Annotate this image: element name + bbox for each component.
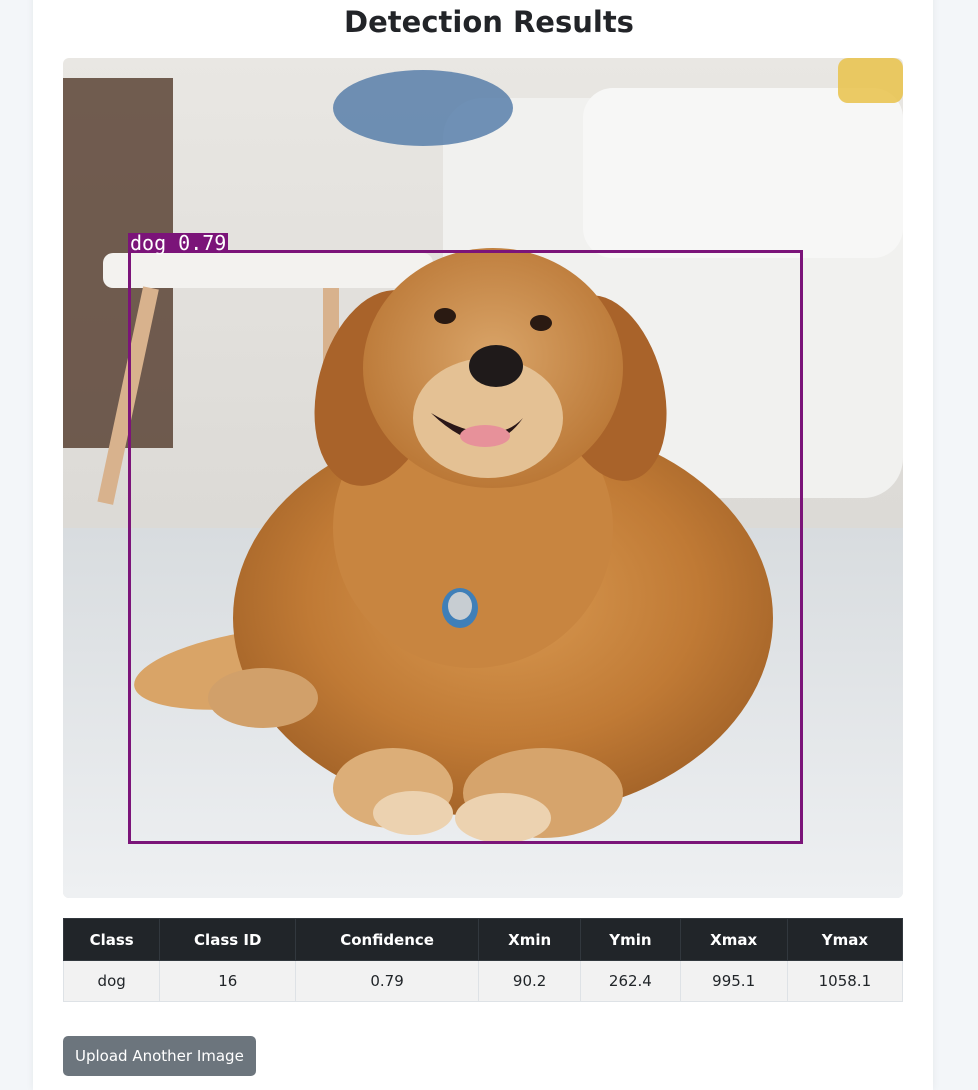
cell-ymin: 262.4 (580, 960, 681, 1002)
cell-class: dog (62, 960, 161, 1002)
cell-confidence: 0.79 (295, 960, 480, 1002)
detection-label: dog 0.79 (128, 231, 229, 255)
cell-ymax: 1058.1 (786, 960, 904, 1002)
detection-results-table: Class Class ID Confidence Xmin Ymin Xmax… (62, 918, 904, 1002)
detection-result-image: dog 0.79 (63, 58, 903, 898)
detection-bounding-box (128, 250, 803, 844)
column-header-class: Class (62, 918, 161, 961)
cell-xmax: 995.1 (679, 960, 788, 1002)
page-title: Detection Results (344, 5, 634, 39)
column-header-ymax: Ymax (786, 918, 904, 961)
table-header-row: Class Class ID Confidence Xmin Ymin Xmax… (62, 918, 904, 961)
column-header-confidence: Confidence (295, 918, 480, 961)
table-row: dog 16 0.79 90.2 262.4 995.1 1058.1 (62, 960, 904, 1002)
column-header-xmin: Xmin (478, 918, 582, 961)
cell-xmin: 90.2 (478, 960, 582, 1002)
column-header-xmax: Xmax (679, 918, 788, 961)
column-header-class-id: Class ID (159, 918, 297, 961)
cell-class-id: 16 (159, 960, 297, 1002)
upload-another-image-button[interactable]: Upload Another Image (63, 1036, 256, 1076)
column-header-ymin: Ymin (580, 918, 681, 961)
